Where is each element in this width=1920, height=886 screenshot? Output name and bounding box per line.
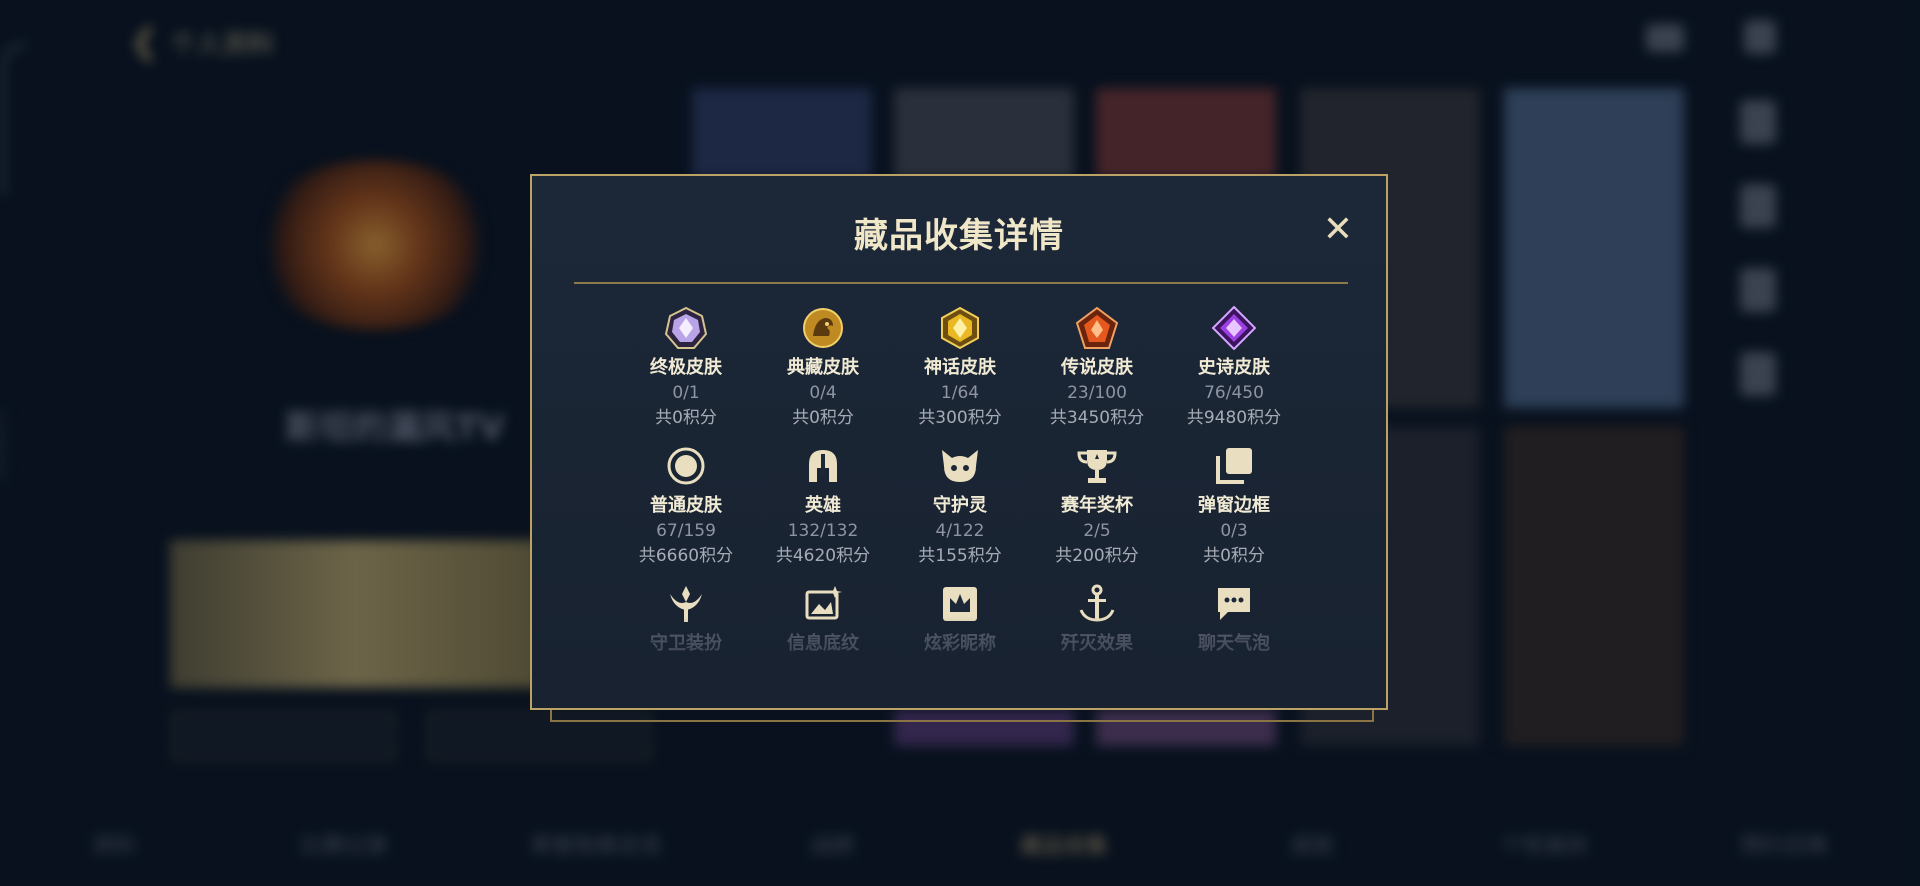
item-points: 共9480积分 bbox=[1186, 408, 1282, 428]
item-name: 弹窗边框 bbox=[1198, 495, 1270, 516]
item-count: 67/159 bbox=[656, 521, 716, 541]
item-name: 赛年奖杯 bbox=[1061, 495, 1133, 516]
modal-base-trim bbox=[550, 710, 1374, 722]
modal-title: 藏品收集详情 bbox=[854, 216, 1064, 256]
item-points: 共0积分 bbox=[655, 408, 717, 428]
collection-item-nickname[interactable]: 炫彩昵称 bbox=[895, 582, 1025, 656]
collection-item-annihilation[interactable]: 歼灭效果 bbox=[1032, 582, 1162, 656]
collection-details-modal: 藏品收集详情 ✕ 终极皮肤 0/1 共0积分 典藏皮肤 0/4 共0积分 神话皮… bbox=[530, 174, 1388, 710]
item-count: 76/450 bbox=[1204, 383, 1264, 403]
item-count: 0/3 bbox=[1220, 521, 1248, 541]
item-name: 守护灵 bbox=[933, 495, 987, 516]
collection-item-mythic-skin[interactable]: 神话皮肤 1/64 共300积分 bbox=[895, 306, 1025, 430]
companion-icon bbox=[942, 450, 978, 482]
item-name: 普通皮肤 bbox=[650, 495, 722, 516]
title-divider bbox=[574, 282, 1348, 284]
item-count: 23/100 bbox=[1067, 383, 1127, 403]
item-name: 炫彩昵称 bbox=[924, 633, 996, 654]
close-button[interactable]: ✕ bbox=[1318, 210, 1358, 250]
ultimate-skin-icon bbox=[664, 306, 708, 349]
item-count: 1/64 bbox=[940, 383, 980, 403]
collection-item-companion[interactable]: 守护灵 4/122 共155积分 bbox=[895, 444, 1025, 568]
item-name: 守卫装扮 bbox=[650, 633, 722, 654]
item-count: 4/122 bbox=[935, 521, 985, 541]
item-points: 共200积分 bbox=[1055, 546, 1139, 566]
item-name: 聊天气泡 bbox=[1198, 633, 1270, 654]
mythic-skin-icon bbox=[941, 306, 979, 350]
item-points: 共155积分 bbox=[918, 546, 1002, 566]
item-points: 共300积分 bbox=[918, 408, 1002, 428]
item-points: 共0积分 bbox=[792, 408, 854, 428]
banner-icon bbox=[805, 586, 842, 620]
legendary-skin-icon bbox=[1075, 306, 1119, 349]
collection-item-frame[interactable]: 弹窗边框 0/3 共0积分 bbox=[1169, 444, 1299, 568]
collection-item-ultimate-skin[interactable]: 终极皮肤 0/1 共0积分 bbox=[621, 306, 751, 430]
collection-item-chat-bubble[interactable]: 聊天气泡 bbox=[1169, 582, 1299, 656]
item-count: 0/4 bbox=[809, 383, 837, 403]
item-count: 2/5 bbox=[1083, 521, 1111, 541]
collection-item-banner[interactable]: 信息底纹 bbox=[758, 582, 888, 656]
prestige-skin-icon bbox=[803, 308, 843, 348]
frame-icon bbox=[1216, 448, 1252, 484]
collection-item-legendary-skin[interactable]: 传说皮肤 23/100 共3450积分 bbox=[1032, 306, 1162, 430]
collection-item-epic-skin[interactable]: 史诗皮肤 76/450 共9480积分 bbox=[1169, 306, 1299, 430]
item-name: 典藏皮肤 bbox=[787, 357, 859, 378]
item-name: 英雄 bbox=[805, 495, 841, 516]
epic-skin-icon bbox=[1212, 306, 1256, 350]
item-count: 132/132 bbox=[787, 521, 859, 541]
collection-item-standard-skin[interactable]: 普通皮肤 67/159 共6660积分 bbox=[621, 444, 751, 568]
ward-skin-icon bbox=[670, 586, 702, 622]
crown-nickname-icon bbox=[943, 587, 977, 621]
anchor-effect-icon bbox=[1079, 584, 1115, 622]
item-points: 共6660积分 bbox=[638, 546, 734, 566]
chat-bubble-icon bbox=[1218, 588, 1250, 620]
standard-skin-icon bbox=[667, 447, 705, 485]
item-points: 共0积分 bbox=[1203, 546, 1265, 566]
item-name: 终极皮肤 bbox=[650, 357, 722, 378]
trophy-icon bbox=[1077, 450, 1117, 483]
champion-helmet-icon bbox=[809, 450, 837, 482]
collection-item-prestige-skin[interactable]: 典藏皮肤 0/4 共0积分 bbox=[758, 306, 888, 430]
item-name: 传说皮肤 bbox=[1061, 357, 1133, 378]
collection-item-ward-skin[interactable]: 守卫装扮 bbox=[621, 582, 751, 656]
item-name: 史诗皮肤 bbox=[1198, 357, 1270, 378]
item-name: 神话皮肤 bbox=[924, 357, 996, 378]
collection-item-trophy[interactable]: 赛年奖杯 2/5 共200积分 bbox=[1032, 444, 1162, 568]
item-name: 歼灭效果 bbox=[1061, 633, 1133, 654]
item-points: 共3450积分 bbox=[1049, 408, 1145, 428]
collection-item-champion[interactable]: 英雄 132/132 共4620积分 bbox=[758, 444, 888, 568]
item-count: 0/1 bbox=[672, 383, 700, 403]
item-name: 信息底纹 bbox=[787, 633, 859, 654]
item-points: 共4620积分 bbox=[775, 546, 871, 566]
